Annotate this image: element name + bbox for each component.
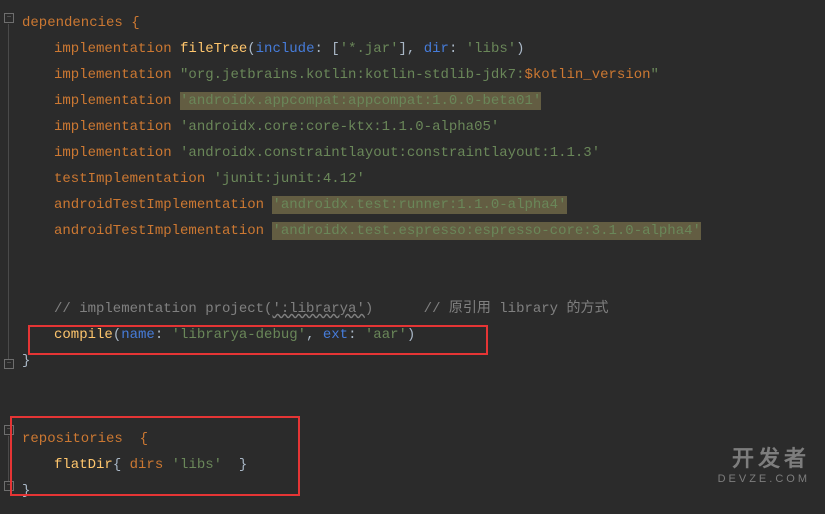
punct: , — [306, 327, 323, 343]
fold-marker-dependencies[interactable]: − — [4, 13, 14, 23]
punct: ( — [247, 41, 255, 57]
code-editor[interactable]: − − − − dependencies { implementation fi… — [0, 0, 825, 514]
code-line-empty[interactable] — [22, 374, 825, 400]
string-highlight: 'androidx.appcompat:appcompat:1.0.0-beta… — [180, 92, 541, 110]
function-call: flatDir — [54, 457, 113, 473]
brace: } — [22, 483, 30, 499]
string-highlight: 'androidx.test:runner:1.1.0-alpha4' — [272, 196, 566, 214]
punct: { — [113, 457, 130, 473]
punct: : — [348, 327, 365, 343]
code-line[interactable]: implementation 'androidx.constraintlayou… — [22, 140, 825, 166]
gutter: − − − − — [0, 0, 18, 514]
code-line[interactable]: flatDir{ dirs 'libs' } — [22, 452, 825, 478]
code-line[interactable]: } — [22, 478, 825, 504]
code-line[interactable]: compile(name: 'librarya-debug', ext: 'aa… — [22, 322, 825, 348]
string: "org.jetbrains.kotlin:kotlin-stdlib-jdk7… — [180, 67, 524, 83]
fold-marker-close-deps[interactable]: − — [4, 359, 14, 369]
watermark-text-cn: 开发者 — [718, 446, 810, 472]
param: dir — [424, 41, 449, 57]
punct: : [ — [314, 41, 339, 57]
keyword: implementation — [54, 67, 180, 83]
punct: ) — [516, 41, 524, 57]
punct: } — [222, 457, 247, 473]
code-line[interactable]: implementation fileTree(include: ['*.jar… — [22, 36, 825, 62]
string: " — [651, 67, 659, 83]
keyword: implementation — [54, 145, 180, 161]
keyword: androidTestImplementation — [54, 197, 272, 213]
code-line[interactable]: androidTestImplementation 'androidx.test… — [22, 192, 825, 218]
keyword: repositories { — [22, 431, 148, 447]
param: ext — [323, 327, 348, 343]
punct: : — [155, 327, 172, 343]
function-call: fileTree — [180, 41, 247, 57]
code-line[interactable]: } — [22, 348, 825, 374]
code-line-empty[interactable] — [22, 270, 825, 296]
string: 'androidx.core:core-ktx:1.1.0-alpha05' — [180, 119, 499, 135]
punct: ( — [113, 327, 121, 343]
code-line[interactable]: androidTestImplementation 'androidx.test… — [22, 218, 825, 244]
code-content[interactable]: dependencies { implementation fileTree(i… — [0, 10, 825, 504]
keyword: implementation — [54, 93, 180, 109]
keyword: dependencies { — [22, 15, 140, 31]
keyword: testImplementation — [54, 171, 214, 187]
code-line[interactable]: dependencies { — [22, 10, 825, 36]
code-line[interactable]: testImplementation 'junit:junit:4.12' — [22, 166, 825, 192]
code-line-empty[interactable] — [22, 400, 825, 426]
punct: : — [449, 41, 466, 57]
code-line[interactable]: implementation 'androidx.core:core-ktx:1… — [22, 114, 825, 140]
param: name — [121, 327, 155, 343]
fold-line — [8, 24, 9, 362]
watermark: 开发者 DEVZE.COM — [718, 446, 810, 486]
string-highlight: 'androidx.test.espresso:espresso-core:3.… — [272, 222, 700, 240]
string: 'aar' — [365, 327, 407, 343]
brace: } — [22, 353, 30, 369]
code-line-empty[interactable] — [22, 244, 825, 270]
string: 'junit:junit:4.12' — [214, 171, 365, 187]
keyword: implementation — [54, 119, 180, 135]
string: '*.jar' — [340, 41, 399, 57]
fold-line — [8, 436, 9, 484]
punct: ) — [407, 327, 415, 343]
function-call: compile — [54, 327, 113, 343]
keyword: androidTestImplementation — [54, 223, 272, 239]
string: 'librarya-debug' — [172, 327, 306, 343]
variable: $kotlin_version — [525, 67, 651, 83]
code-line[interactable]: // implementation project(':librarya') /… — [22, 296, 825, 322]
code-line[interactable]: repositories { — [22, 426, 825, 452]
string: 'libs' — [466, 41, 516, 57]
keyword: dirs — [130, 457, 172, 473]
param: include — [256, 41, 315, 57]
fold-marker-repos[interactable]: − — [4, 425, 14, 435]
punct: ], — [399, 41, 424, 57]
comment: // implementation project(':librarya') /… — [54, 301, 609, 317]
keyword: implementation — [54, 41, 180, 57]
watermark-text-en: DEVZE.COM — [718, 473, 810, 486]
code-line[interactable]: implementation "org.jetbrains.kotlin:kot… — [22, 62, 825, 88]
string: 'libs' — [172, 457, 222, 473]
code-line[interactable]: implementation 'androidx.appcompat:appco… — [22, 88, 825, 114]
string: 'androidx.constraintlayout:constraintlay… — [180, 145, 600, 161]
fold-marker-close-repos[interactable]: − — [4, 481, 14, 491]
